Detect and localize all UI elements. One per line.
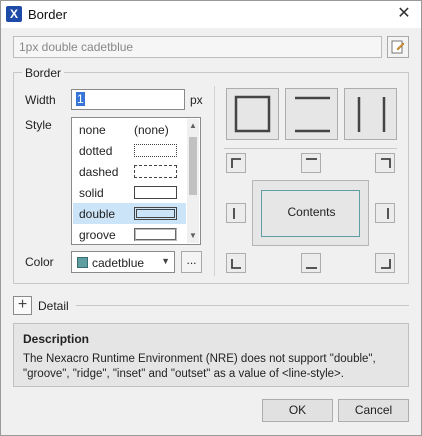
border-top-button[interactable] (301, 153, 321, 173)
edit-document-button[interactable] (387, 36, 409, 58)
style-option-solid[interactable]: solid (73, 182, 186, 203)
title-bar: X Border ✕ (1, 1, 421, 28)
color-label: Color (25, 255, 54, 269)
color-value: cadetblue (92, 256, 145, 270)
style-option-none[interactable]: none (none) (73, 119, 186, 140)
preview-contents-text: Contents (287, 205, 336, 219)
width-unit: px (190, 93, 203, 107)
plus-icon[interactable]: + (13, 296, 32, 315)
scroll-thumb[interactable] (189, 137, 197, 195)
border-left-icon (233, 208, 235, 219)
style-option-label: none (79, 123, 106, 137)
style-option-dashed[interactable]: dashed (73, 161, 186, 182)
corner-bottom-right-icon (381, 259, 391, 269)
preview-box: Contents (261, 190, 360, 237)
style-option-label: dashed (79, 165, 119, 179)
border-top-icon (306, 158, 317, 160)
border-summary-field[interactable]: 1px double cadetblue (13, 36, 382, 58)
scroll-up-arrow-icon[interactable]: ▲ (188, 121, 198, 131)
double-sample (134, 207, 177, 220)
width-label: Width (25, 93, 56, 107)
style-list[interactable]: none (none) dotted dashed solid double g… (71, 117, 201, 245)
corner-top-left-icon (231, 158, 241, 168)
border-left-right-icon (357, 97, 386, 132)
style-option-label: dotted (79, 144, 113, 158)
border-left-button[interactable] (226, 203, 246, 223)
dashed-sample (134, 165, 177, 178)
style-option-label: double (79, 207, 116, 221)
style-option-dotted[interactable]: dotted (73, 140, 186, 161)
description-text: The Nexacro Runtime Environment (NRE) do… (23, 353, 376, 380)
style-option-double[interactable]: double (73, 203, 186, 224)
border-bottom-left-button[interactable] (226, 253, 246, 273)
cancel-button[interactable]: Cancel (338, 399, 409, 422)
border-bottom-right-button[interactable] (375, 253, 395, 273)
style-option-groove[interactable]: groove (73, 224, 186, 244)
border-group-label: Border (22, 66, 65, 80)
color-more-button[interactable]: ... (181, 251, 202, 273)
ok-button[interactable]: OK (262, 399, 333, 422)
border-top-right-button[interactable] (375, 153, 395, 173)
detail-label: Detail (38, 299, 69, 313)
style-label: Style (25, 118, 52, 132)
border-top-bottom-button[interactable] (285, 88, 338, 140)
border-right-button[interactable] (375, 203, 395, 223)
border-preview: Contents (252, 180, 369, 246)
nexacro-x-icon: X (6, 6, 22, 22)
window-title: Border (28, 7, 68, 22)
border-all-button[interactable] (226, 88, 279, 140)
border-top-bottom-icon (295, 96, 330, 133)
width-input[interactable]: 1 (71, 89, 185, 110)
description-title: Description (23, 332, 90, 346)
corner-bottom-left-icon (231, 259, 241, 269)
border-all-icon (234, 95, 271, 133)
chevron-down-icon: ▼ (161, 256, 170, 266)
border-right-icon (387, 208, 389, 219)
detail-separator (76, 305, 409, 306)
style-option-label: groove (79, 228, 116, 242)
description-panel: Description The Nexacro Runtime Environm… (13, 323, 409, 387)
close-icon[interactable]: ✕ (395, 5, 413, 23)
border-left-right-button[interactable] (344, 88, 397, 140)
preset-separator (224, 148, 397, 149)
scroll-down-arrow-icon[interactable]: ▼ (188, 231, 198, 241)
solid-sample (134, 186, 177, 199)
group-divider (214, 86, 215, 276)
edit-document-icon (391, 40, 405, 54)
color-combo[interactable]: cadetblue ▼ (71, 251, 175, 273)
border-top-left-button[interactable] (226, 153, 246, 173)
border-bottom-icon (306, 267, 317, 269)
style-option-label: solid (79, 186, 104, 200)
style-list-scrollbar[interactable]: ▲ ▼ (187, 119, 199, 243)
width-value: 1 (76, 92, 85, 106)
border-bottom-button[interactable] (301, 253, 321, 273)
corner-top-right-icon (381, 158, 391, 168)
style-none-sample: (none) (134, 123, 169, 137)
color-swatch (77, 257, 88, 268)
groove-sample (134, 228, 177, 241)
dotted-sample (134, 144, 177, 157)
